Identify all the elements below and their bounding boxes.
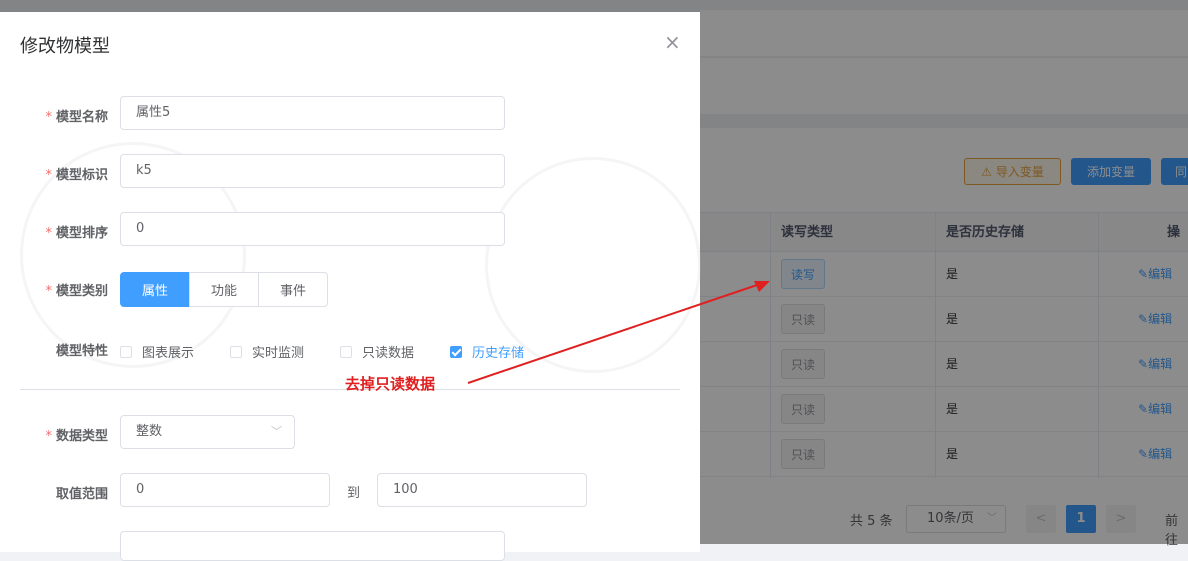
category-function-button[interactable]: 功能 [189, 272, 259, 307]
value-range-label: 取值范围 [55, 487, 108, 502]
range-to-label: 到 [347, 486, 361, 501]
realtime-monitor-checkbox[interactable]: 实时监测 [230, 342, 304, 361]
checkbox-box [120, 345, 132, 358]
category-property-button[interactable]: 属性 [120, 272, 190, 307]
model-category-label: * 模型类别 [45, 284, 108, 299]
readonly-data-checkbox[interactable]: 只读数据 [340, 342, 414, 361]
annotation-text: 去掉只读数据 [345, 375, 436, 393]
checkbox-box [230, 345, 242, 358]
next-field-input[interactable] [120, 531, 505, 561]
history-storage-checkbox[interactable]: 历史存储 [450, 342, 524, 361]
data-type-label: * 数据类型 [45, 429, 108, 444]
edit-model-dialog: 修改物模型 × * 模型名称 属性5 * 模型标识 k5 * 模型排序 0 * 模型类别… [0, 12, 701, 561]
model-order-label: * 模型排序 [45, 226, 108, 241]
model-name-input[interactable]: 属性5 [120, 96, 505, 130]
chevron-down-icon: ﹀ [271, 425, 282, 438]
model-key-input[interactable]: k5 [120, 154, 505, 188]
model-features-label: 模型特性 [55, 344, 108, 359]
range-max-input[interactable]: 100 [377, 473, 587, 507]
model-order-input[interactable]: 0 [120, 212, 505, 246]
checkbox-box [340, 345, 352, 358]
range-min-input[interactable]: 0 [120, 473, 330, 507]
checkbox-checked-icon [450, 345, 462, 358]
chart-display-checkbox[interactable]: 图表展示 [120, 342, 194, 361]
dialog-title: 修改物模型 [20, 36, 110, 57]
category-event-button[interactable]: 事件 [258, 272, 328, 307]
close-icon[interactable]: × [664, 30, 681, 54]
watermark [485, 157, 701, 373]
data-type-select[interactable]: 整数 ﹀ [120, 415, 295, 449]
model-key-label: * 模型标识 [45, 168, 108, 183]
model-name-label: * 模型名称 [45, 110, 108, 125]
